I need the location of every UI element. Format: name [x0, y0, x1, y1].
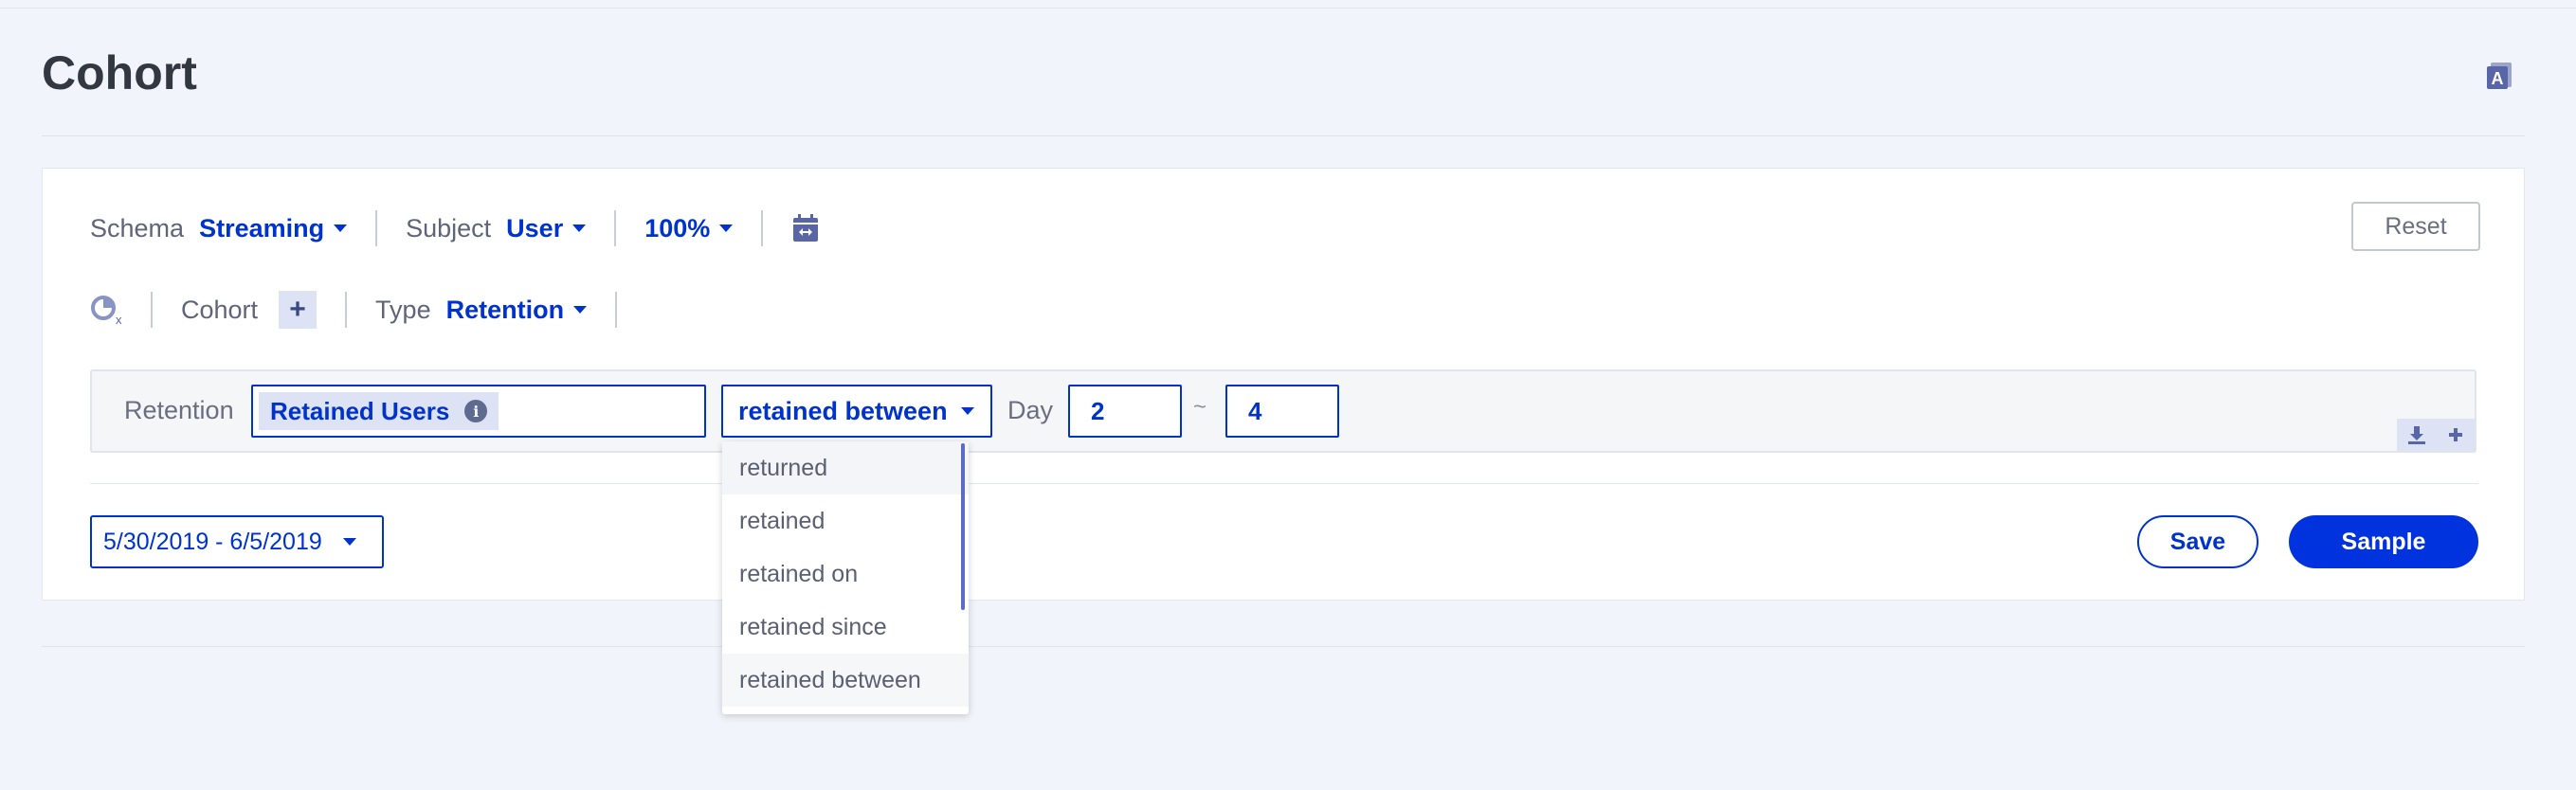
cohort-label: Cohort	[181, 295, 259, 324]
svg-text:A: A	[2492, 69, 2504, 88]
subject-label: Subject	[406, 213, 492, 242]
retention-event-input[interactable]: Retained Users i	[251, 385, 706, 438]
toolbar-row: Schema Streaming Subject User 100%	[90, 209, 820, 247]
bottom-divider	[42, 646, 2525, 647]
query-panel: Schema Streaming Subject User 100% Reset	[42, 168, 2525, 601]
add-cohort-button[interactable]: +	[279, 291, 317, 329]
range-separator: ~	[1193, 394, 1207, 420]
separator	[151, 292, 153, 328]
chevron-down-icon	[719, 224, 734, 232]
documentation-icon[interactable]: A	[2485, 61, 2513, 91]
plus-icon[interactable]	[2446, 425, 2465, 444]
dropdown-option[interactable]: retained between	[722, 654, 969, 707]
day-to-input[interactable]: 4	[1225, 385, 1339, 438]
chevron-down-icon	[960, 407, 974, 415]
date-range-picker[interactable]: 5/30/2019 - 6/5/2019	[90, 515, 384, 568]
chevron-down-icon	[342, 538, 356, 546]
dropdown-option[interactable]: retained since	[722, 601, 969, 654]
chevron-down-icon	[334, 224, 348, 232]
retention-label: Retention	[124, 396, 234, 424]
sample-button[interactable]: Sample	[2289, 515, 2478, 568]
schema-value: Streaming	[199, 213, 325, 242]
separator	[345, 292, 348, 328]
reset-button[interactable]: Reset	[2351, 202, 2480, 251]
sampling-dropdown[interactable]: 100%	[644, 213, 734, 243]
separator	[375, 210, 378, 246]
event-chip[interactable]: Retained Users i	[259, 392, 499, 430]
day-from-input[interactable]: 2	[1068, 385, 1182, 438]
sampling-value: 100%	[644, 213, 711, 242]
schema-label: Schema	[90, 213, 185, 242]
subject-value: User	[506, 213, 564, 242]
chevron-down-icon	[572, 224, 587, 232]
date-range-value: 5/30/2019 - 6/5/2019	[103, 528, 322, 555]
dropdown-option[interactable]: retained on	[722, 548, 969, 601]
event-chip-label: Retained Users	[270, 396, 450, 425]
panel-divider	[90, 483, 2478, 484]
separator	[615, 292, 618, 328]
page-title: Cohort	[42, 46, 197, 99]
clear-filter-icon[interactable]: x	[90, 294, 122, 326]
svg-text:x: x	[116, 313, 122, 326]
dropdown-option[interactable]: retained	[722, 494, 969, 548]
row-tools	[2397, 419, 2475, 451]
dropdown-option[interactable]: returned	[722, 441, 969, 494]
page-header: Cohort A	[42, 36, 2525, 136]
retention-condition-value: retained between	[738, 396, 948, 425]
separator	[761, 210, 764, 246]
separator	[614, 210, 617, 246]
top-divider	[0, 8, 2576, 9]
info-icon[interactable]: i	[464, 400, 488, 422]
retention-condition-box: Retention Retained Users i retained betw…	[90, 369, 2476, 453]
chevron-down-icon	[573, 306, 588, 314]
dropdown-scrollbar[interactable]	[961, 443, 965, 610]
save-button[interactable]: Save	[2137, 515, 2259, 568]
type-dropdown[interactable]: Retention	[446, 296, 588, 325]
subject-dropdown[interactable]: User	[506, 213, 587, 243]
condition-dropdown-menu: returned retained retained on retained s…	[722, 441, 969, 714]
retention-condition-select[interactable]: retained between	[721, 385, 992, 438]
type-value: Retention	[445, 295, 565, 324]
download-icon[interactable]	[2406, 424, 2427, 445]
cohort-row: x Cohort + Type Retention	[90, 291, 645, 329]
day-label: Day	[1007, 396, 1054, 424]
type-label: Type	[375, 295, 431, 324]
schema-dropdown[interactable]: Streaming	[199, 213, 348, 243]
calendar-range-icon[interactable]	[791, 213, 820, 243]
